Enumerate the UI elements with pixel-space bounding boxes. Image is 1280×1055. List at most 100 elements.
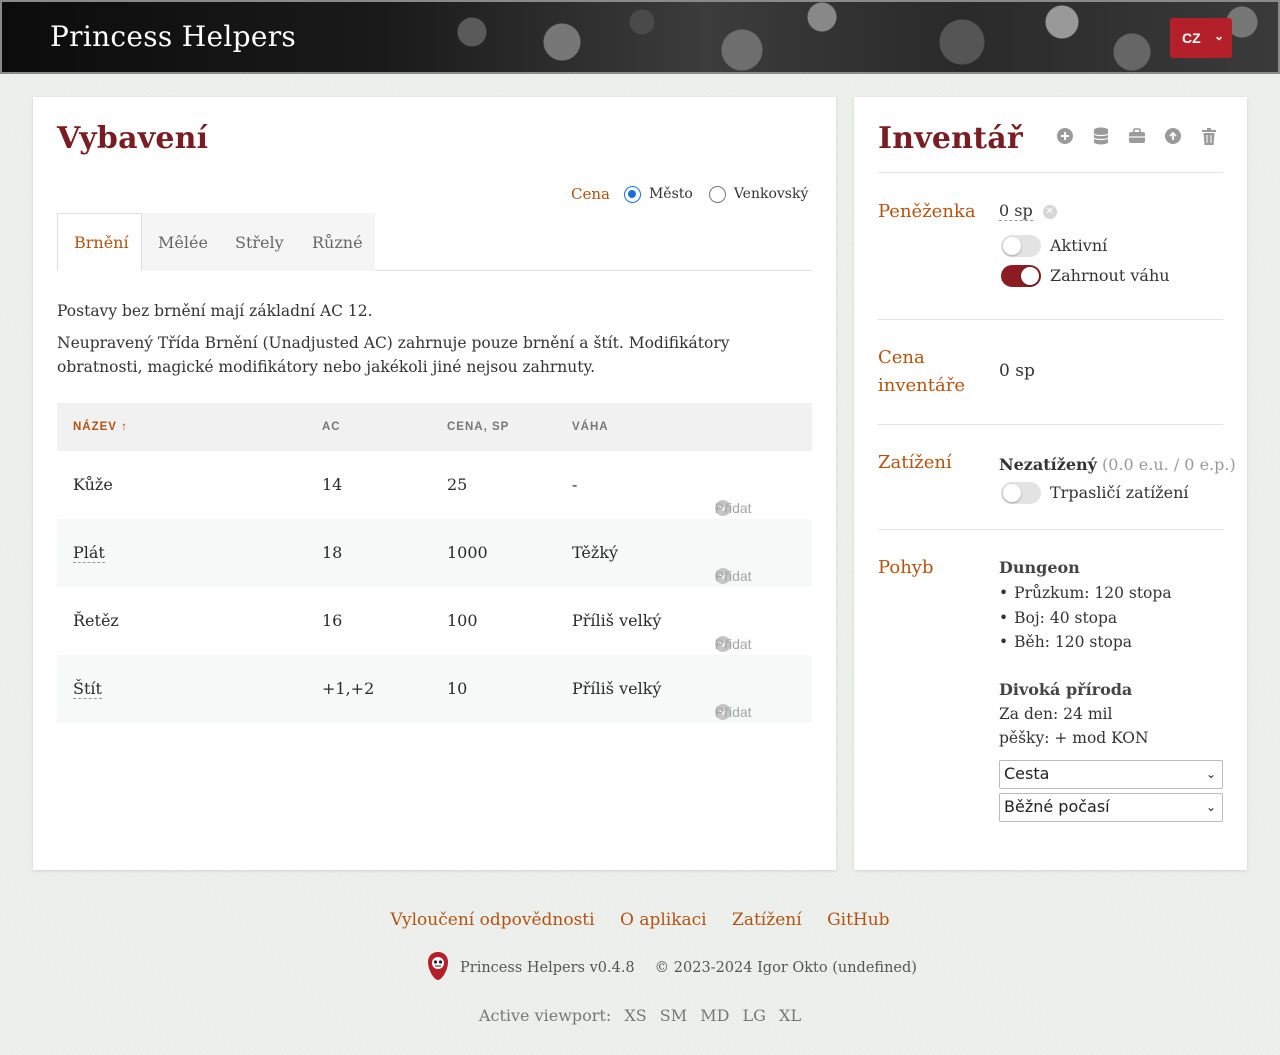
breakpoint-xl: XL [779,1006,802,1025]
encumbrance-status: Nezatížený [999,455,1097,474]
footer-link-disclaimer[interactable]: Vyloučení odpovědnosti [390,910,594,930]
item-ac: 18 [322,543,343,562]
coins-icon[interactable] [1092,127,1110,145]
wilderness-title: Divoká příroda [999,680,1133,699]
inventory-price-label-line2: inventáře [878,375,965,396]
chevron-down-icon: ⌄ [1205,800,1216,814]
item-name: Kůže [73,475,113,494]
brand-title[interactable]: Princess Helpers [50,20,296,53]
footer-meta: Princess Helpers v0.4.8 © 2023-2024 Igor… [426,950,917,986]
wilderness-per-day: Za den: 24 mil [999,705,1113,723]
language-code: CZ [1182,30,1201,46]
terrain-value: Cesta [1004,764,1050,783]
dungeon-combat: Boj: 40 stopa [999,609,1117,627]
breakpoint-md: MD [700,1006,730,1025]
equipment-card: Vybavení Cena Město Venkovský Brnění Mêl… [33,97,836,870]
price-radio-town[interactable] [623,185,641,203]
column-ac[interactable]: AC [322,421,341,433]
item-ac: 14 [322,475,343,494]
table-header: NÁZEV ↑ AC CENA, SP VÁHA [57,403,812,451]
weather-select[interactable]: Běžné počasí ⌄ [999,793,1223,822]
inventory-title: Inventář [878,121,1023,156]
encumbrance-detail: (0.0 e.u. / 0 e.p.) [1102,455,1236,474]
breakpoint-sm: SM [659,1006,688,1025]
chevron-down-icon: ⌄ [1213,29,1224,43]
movement-label: Pohyb [878,557,934,578]
language-select[interactable]: CZ ⌄ [1170,18,1232,58]
divider [878,319,1223,320]
item-price: 10 [447,679,468,698]
add-label: Přidat [715,636,752,652]
column-price[interactable]: CENA, SP [447,421,509,433]
divider [878,172,1223,173]
app-version: Princess Helpers v0.4.8 [460,960,635,976]
footer-link-github[interactable]: GitHub [827,910,890,930]
app-header: Princess Helpers CZ ⌄ [0,0,1280,74]
price-label: Cena [571,185,610,203]
table-row: Řetěz 16 100 Příliš velký + Přidat [57,587,812,655]
item-weight: Příliš velký [572,611,662,630]
tab-armor[interactable]: Brnění [57,213,142,271]
add-circle-icon[interactable] [1056,127,1074,145]
encumbrance-status-row: Nezatížený (0.0 e.u. / 0 e.p.) [999,455,1236,474]
upload-icon[interactable] [1164,127,1182,145]
terrain-select[interactable]: Cesta ⌄ [999,760,1223,789]
wallet-value-row: 0 sp ✕ [999,201,1057,221]
item-price: 100 [447,611,478,630]
tab-missiles[interactable]: Střely [219,213,296,271]
inventory-toolbar [1056,127,1236,145]
item-weight: Těžký [572,543,619,562]
active-viewport: Active viewport: XS SM MD LG XL [0,1006,1280,1025]
item-name[interactable]: Štít [73,679,102,699]
intro-text-1: Postavy bez brnění mají základní AC 12. [57,302,373,320]
divider [878,529,1223,530]
equipment-title: Vybavení [57,121,209,156]
dwarf-encumbrance-toggle[interactable] [1001,482,1041,504]
price-selector: Cena Město Venkovský [571,183,824,205]
footer-link-encumbrance[interactable]: Zatížení [732,910,802,930]
dungeon-run: Běh: 120 stopa [999,633,1132,651]
wallet-active-toggle[interactable] [1001,235,1041,257]
item-name: Řetěz [73,611,119,630]
dungeon-explore: Průzkum: 120 stopa [999,584,1171,602]
clear-icon[interactable]: ✕ [1042,204,1057,219]
breakpoint-lg: LG [742,1006,766,1025]
copyright: © 2023-2024 Igor Okto (undefined) [654,960,917,976]
column-weight[interactable]: VÁHA [572,421,609,433]
add-label: Přidat [715,568,752,584]
add-label: Přidat [715,704,752,720]
price-radio-rural[interactable] [708,185,726,203]
price-option-town[interactable]: Město [649,186,693,202]
tab-misc[interactable]: Různé [296,213,375,271]
inventory-price-label: Cena inventáře [878,344,965,400]
viewport-label: Active viewport: [478,1006,612,1025]
price-option-rural[interactable]: Venkovský [734,186,809,202]
table-row: Plát 18 1000 Těžký + Přidat [57,519,812,587]
equipment-tabs: Brnění Mêlée Střely Různé [57,213,812,271]
trash-icon[interactable] [1200,127,1218,145]
item-name[interactable]: Plát [73,543,105,563]
footer-links: Vyloučení odpovědnosti O aplikaci Zatíže… [0,910,1280,930]
item-price: 1000 [447,543,488,562]
dungeon-title: Dungeon [999,558,1080,577]
table-row: Kůže 14 25 - + Přidat [57,451,812,519]
wallet-value[interactable]: 0 sp [999,201,1033,221]
footer-link-about[interactable]: O aplikaci [620,910,707,930]
tab-melee[interactable]: Mêlée [142,213,219,271]
intro-text-2: Neupravený Třída Brnění (Unadjusted AC) … [57,334,730,376]
inventory-price-label-line1: Cena [878,347,925,368]
logo-icon [426,950,450,986]
add-label: Přidat [715,500,752,516]
item-ac: 16 [322,611,343,630]
inventory-card: Inventář Peněženka 0 sp ✕ Aktivní Zahrnou… [854,97,1247,870]
dwarf-encumbrance-label: Trpasličí zatížení [1050,483,1189,502]
include-weight-toggle[interactable] [1001,265,1041,287]
weather-value: Běžné počasí [1004,797,1110,816]
divider [878,424,1223,425]
item-weight: Příliš velký [572,679,662,698]
include-weight-label: Zahrnout váhu [1050,266,1170,285]
wallet-active-label: Aktivní [1050,236,1108,255]
armor-table: NÁZEV ↑ AC CENA, SP VÁHA Kůže 14 25 - + … [57,403,812,723]
briefcase-icon[interactable] [1128,127,1146,145]
column-name-sort[interactable]: NÁZEV ↑ [73,421,128,433]
